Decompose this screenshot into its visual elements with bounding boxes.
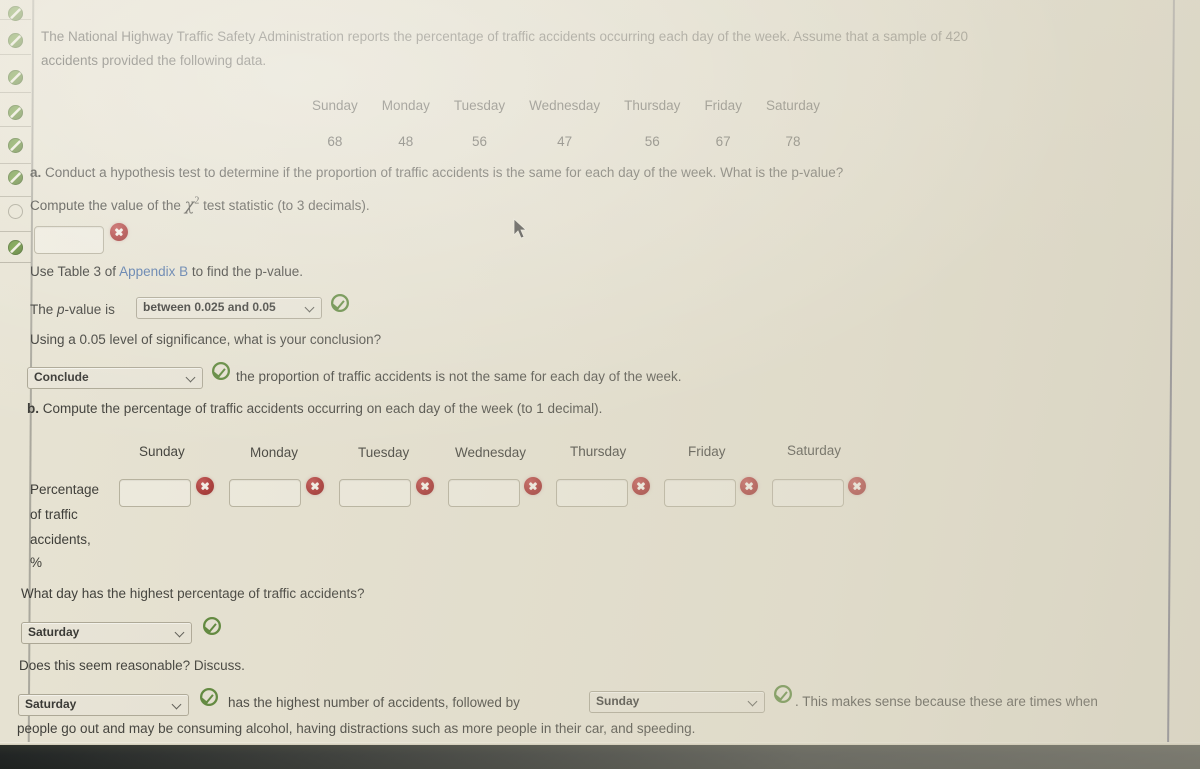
discuss-middle-text: has the highest number of accidents, fol… [228,695,520,710]
table-header-friday: Friday [704,98,742,113]
chevron-down-icon [175,628,185,638]
desk-surface [0,745,1200,769]
percentage-input-saturday[interactable] [772,479,844,507]
table-value-row: 68 48 56 47 56 67 78 [300,120,832,156]
part-b-header-thursday: Thursday [570,444,627,459]
pvalue-label-p: p [57,302,65,317]
discuss-second-day-select[interactable]: Sunday [589,691,765,713]
part-b-header-friday: Friday [688,444,726,459]
table-cell-monday: 48 [398,133,414,149]
percentage-input-thursday[interactable] [556,479,628,507]
percentage-status-incorrect-icon-tuesday [416,477,434,495]
percentage-status-incorrect-icon-saturday [848,477,866,495]
pvalue-label-pre: The [30,302,54,317]
chevron-down-icon [305,303,315,313]
percentage-row-label-line4: % [30,555,43,570]
pvalue-label-post: -value is [64,302,115,317]
percentage-row-label-line1: Percentage [30,482,100,497]
part-b-prompt: Compute the percentage of traffic accide… [42,401,603,416]
table-cell-sunday: 68 [327,133,343,149]
percentage-status-incorrect-icon-friday [740,477,758,495]
pvalue-range-selected: between 0.025 and 0.05 [143,300,276,315]
discuss-tail-line2: people go out and may be consuming alcoh… [17,721,696,736]
question-content: The National Highway Traffic Safety Admi… [0,0,1200,769]
part-a-prompt: Conduct a hypothesis test to determine i… [45,165,844,180]
observed-frequency-table: Sunday Monday Tuesday Wednesday Thursday… [300,92,832,155]
part-a-prompt-row: a. Conduct a hypothesis test to determin… [30,163,843,183]
appendix-hint-row: Use Table 3 of Appendix B to find the p-… [30,262,303,282]
part-b-header-sunday: Sunday [139,444,185,459]
highest-day-selected: Saturday [28,625,80,640]
highest-day-question: What day has the highest percentage of t… [21,586,365,601]
highest-day-status-correct-icon [203,617,221,635]
percentage-input-monday[interactable] [229,479,301,507]
conclusion-status-correct-icon [212,362,230,380]
part-a-compute-row: Compute the value of the χ2 test statist… [30,193,370,216]
problem-intro-line2: accidents provided the following data. [41,53,267,68]
table-header-wednesday: Wednesday [529,98,601,113]
pvalue-status-correct-icon [331,294,349,312]
conclusion-selected: Conclude [34,370,89,385]
discuss-first-day-selected: Saturday [25,697,77,712]
part-b-header-saturday: Saturday [787,443,842,458]
part-b-label: b. [27,401,39,416]
part-b-header-tuesday: Tuesday [358,445,410,460]
percentage-status-incorrect-icon-sunday [196,477,214,495]
discuss-tail-line1: . This makes sense because these are tim… [795,694,1098,709]
discuss-second-status-correct-icon [774,685,792,703]
percentage-row-label-line3: accidents, [30,532,91,547]
table-header-sunday: Sunday [312,98,358,113]
problem-intro-line1: The National Highway Traffic Safety Admi… [41,29,968,44]
percentage-status-incorrect-icon-thursday [632,477,650,495]
table-cell-wednesday: 47 [557,133,573,149]
table-cell-thursday: 56 [644,133,660,149]
percentage-input-friday[interactable] [664,479,736,507]
screenshot-photo: The National Highway Traffic Safety Admi… [0,0,1200,769]
discuss-second-day-selected: Sunday [596,694,640,709]
percentage-row-label-line2: of traffic [30,507,78,522]
table-header-tuesday: Tuesday [453,98,506,113]
part-b-header-wednesday: Wednesday [455,445,527,460]
compute-prompt-post: test statistic (to 3 decimals). [203,198,370,213]
percentage-input-tuesday[interactable] [339,479,411,507]
reasonable-question: Does this seem reasonable? Discuss. [19,658,245,673]
pvalue-range-select[interactable]: between 0.025 and 0.05 [136,297,322,319]
conclusion-select[interactable]: Conclude [27,367,203,389]
discuss-first-day-select[interactable]: Saturday [18,694,189,716]
appendix-hint-post: to find the p-value. [191,264,303,279]
table-cell-tuesday: 56 [471,133,487,149]
appendix-hint-pre: Use Table 3 of [30,264,117,279]
table-cell-friday: 67 [715,133,731,149]
table-header-row: Sunday Monday Tuesday Wednesday Thursday… [300,92,832,120]
screen-bottom-edge [0,742,1200,745]
part-b-prompt-row: b. Compute the percentage of traffic acc… [27,399,602,419]
chi-square-status-incorrect-icon [110,223,128,241]
pvalue-label-row: The p-value is [30,300,115,320]
appendix-b-link[interactable]: Appendix B [119,264,188,279]
chi-square-input[interactable] [34,226,104,254]
highest-day-select[interactable]: Saturday [21,622,192,644]
chevron-down-icon [186,373,196,383]
percentage-status-incorrect-icon-wednesday [524,477,542,495]
table-header-monday: Monday [381,98,430,113]
chevron-down-icon [172,700,182,710]
chi-symbol: χ2 [184,195,200,214]
conclusion-tail-text: the proportion of traffic accidents is n… [236,369,682,384]
table-header-saturday: Saturday [765,98,820,113]
table-cell-saturday: 78 [785,133,801,149]
discuss-first-status-correct-icon [200,688,218,706]
percentage-input-sunday[interactable] [119,479,191,507]
chevron-down-icon [748,697,758,707]
part-b-header-monday: Monday [250,445,299,460]
table-header-thursday: Thursday [624,98,681,113]
percentage-input-wednesday[interactable] [448,479,520,507]
compute-prompt-pre: Compute the value of the [30,198,181,213]
significance-question: Using a 0.05 level of significance, what… [30,332,382,347]
percentage-status-incorrect-icon-monday [306,477,324,495]
part-a-label: a. [30,165,42,180]
